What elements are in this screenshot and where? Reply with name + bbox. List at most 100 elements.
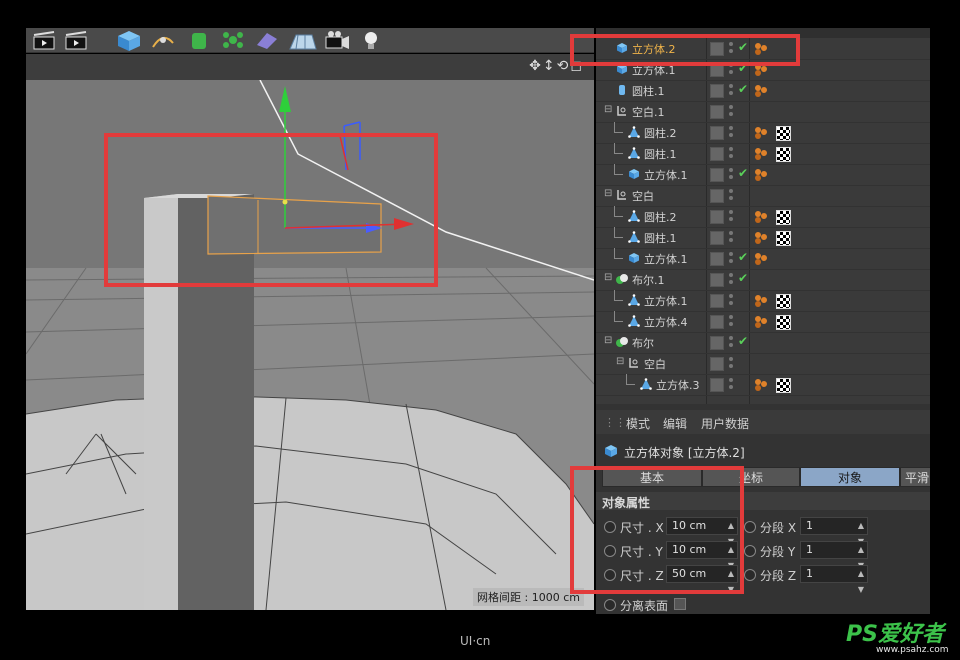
material-tag-icon[interactable] [754, 168, 768, 181]
expand-toggle-icon[interactable]: ⊟ [604, 188, 612, 199]
visibility-dots[interactable] [729, 231, 733, 243]
material-tag-icon[interactable] [754, 231, 768, 244]
layer-swatch[interactable] [710, 336, 724, 350]
visibility-dots[interactable] [729, 126, 733, 138]
object-row[interactable]: 圆柱.2 [596, 206, 930, 228]
visibility-dots[interactable] [729, 336, 733, 348]
object-row[interactable]: 立方体.4 [596, 311, 930, 333]
object-row[interactable]: 立方体.1 ✔ [596, 248, 930, 270]
segment-z-radio[interactable] [744, 569, 756, 581]
material-tag-icon[interactable] [754, 294, 768, 307]
material-tag-icon[interactable] [754, 126, 768, 139]
segment-x-radio[interactable] [744, 521, 756, 533]
texture-tag-icon[interactable] [776, 294, 791, 309]
object-row[interactable]: 圆柱.1 [596, 143, 930, 165]
rotate-icon[interactable]: ⟲ [557, 58, 571, 74]
separate-surfaces-radio[interactable] [604, 599, 616, 611]
layer-swatch[interactable] [710, 147, 724, 161]
texture-tag-icon[interactable] [776, 315, 791, 330]
material-tag-icon[interactable] [754, 315, 768, 328]
visibility-dots[interactable] [729, 189, 733, 201]
layer-swatch[interactable] [710, 357, 724, 371]
material-tag-icon[interactable] [754, 84, 768, 97]
visibility-dots[interactable] [729, 168, 733, 180]
visibility-dots[interactable] [729, 294, 733, 306]
object-row[interactable]: ⊟ 空白.1 [596, 101, 930, 123]
cube-primitive-icon[interactable] [114, 29, 144, 51]
material-tag-icon[interactable] [754, 252, 768, 265]
texture-tag-icon[interactable] [776, 378, 791, 393]
layer-swatch[interactable] [710, 294, 724, 308]
visibility-dots[interactable] [729, 252, 733, 264]
texture-tag-icon[interactable] [776, 126, 791, 141]
enabled-check-icon[interactable]: ✔ [738, 166, 748, 180]
material-tag-icon[interactable] [754, 210, 768, 223]
visibility-dots[interactable] [729, 378, 733, 390]
expand-toggle-icon[interactable]: ⊟ [604, 104, 612, 115]
visibility-dots[interactable] [729, 273, 733, 285]
segment-x-field[interactable]: 1▲▼ [800, 517, 868, 546]
segment-y-field[interactable]: 1▲▼ [800, 541, 868, 570]
texture-tag-icon[interactable] [776, 147, 791, 162]
object-row[interactable]: ⊟ 布尔 ✔ [596, 332, 930, 354]
camera-icon[interactable] [322, 29, 352, 51]
visibility-dots[interactable] [729, 105, 733, 117]
layer-swatch[interactable] [710, 273, 724, 287]
material-tag-icon[interactable] [754, 147, 768, 160]
layer-swatch[interactable] [710, 126, 724, 140]
layer-swatch[interactable] [710, 84, 724, 98]
menu-edit[interactable]: 编辑 [663, 415, 687, 432]
object-row[interactable]: 立方体.1 ✔ [596, 164, 930, 186]
object-row[interactable]: ⊟ 空白 [596, 185, 930, 207]
enabled-check-icon[interactable]: ✔ [738, 271, 748, 285]
menu-user-data[interactable]: 用户数据 [701, 415, 749, 432]
cloner-icon[interactable] [218, 29, 248, 51]
texture-tag-icon[interactable] [776, 210, 791, 225]
nurbs-icon[interactable] [184, 29, 214, 51]
layer-swatch[interactable] [710, 210, 724, 224]
move-icon[interactable]: ✥ [529, 58, 543, 74]
visibility-dots[interactable] [729, 147, 733, 159]
object-row[interactable]: 圆柱.2 [596, 122, 930, 144]
layer-swatch[interactable] [710, 252, 724, 266]
deformer-icon[interactable] [252, 29, 282, 51]
floor-icon[interactable] [288, 29, 318, 51]
material-tag-icon[interactable] [754, 378, 768, 391]
menu-mode[interactable]: 模式 [626, 415, 650, 432]
layer-swatch[interactable] [710, 189, 724, 203]
render-icon[interactable] [62, 29, 92, 51]
enabled-check-icon[interactable]: ✔ [738, 250, 748, 264]
layer-swatch[interactable] [710, 231, 724, 245]
segment-z-field[interactable]: 1 ▲ ▼ [800, 565, 868, 594]
segment-y-radio[interactable] [744, 545, 756, 557]
enabled-check-icon[interactable]: ✔ [738, 334, 748, 348]
render-view-icon[interactable] [30, 29, 60, 51]
object-row[interactable]: 圆柱.1 [596, 227, 930, 249]
spline-pen-icon[interactable] [148, 29, 178, 51]
visibility-dots[interactable] [729, 210, 733, 222]
object-name: 圆柱.2 [644, 127, 677, 140]
expand-toggle-icon[interactable]: ⊟ [616, 356, 624, 367]
expand-toggle-icon[interactable]: ⊟ [604, 272, 612, 283]
expand-toggle-icon[interactable]: ⊟ [604, 335, 612, 346]
separate-surfaces-checkbox[interactable] [674, 598, 686, 610]
tab-smooth[interactable]: 平滑着 [900, 467, 930, 487]
object-row[interactable]: ⊟ 布尔.1 ✔ [596, 269, 930, 291]
visibility-dots[interactable] [729, 357, 733, 369]
tab-object[interactable]: 对象 [800, 467, 900, 487]
layer-swatch[interactable] [710, 105, 724, 119]
object-row[interactable]: 立方体.3 [596, 374, 930, 396]
layer-swatch[interactable] [710, 378, 724, 392]
object-name: 空白.1 [632, 106, 665, 119]
layer-swatch[interactable] [710, 315, 724, 329]
light-icon[interactable] [356, 29, 386, 51]
pan-icon[interactable]: ↕ [543, 58, 557, 74]
layer-swatch[interactable] [710, 168, 724, 182]
object-row[interactable]: 圆柱.1 ✔ [596, 80, 930, 102]
visibility-dots[interactable] [729, 315, 733, 327]
visibility-dots[interactable] [729, 84, 733, 96]
enabled-check-icon[interactable]: ✔ [738, 82, 748, 96]
texture-tag-icon[interactable] [776, 231, 791, 246]
object-row[interactable]: 立方体.1 [596, 290, 930, 312]
object-row[interactable]: ⊟ 空白 [596, 353, 930, 375]
